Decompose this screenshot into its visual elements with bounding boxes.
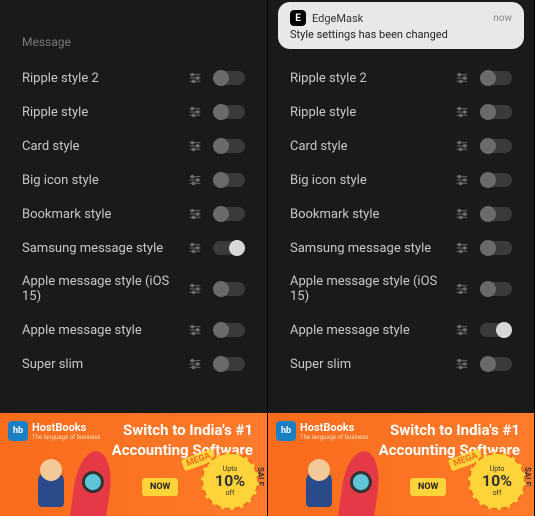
- discount-badge: Upto10%off: [468, 452, 526, 510]
- settings-icon[interactable]: [454, 104, 470, 120]
- ad-banner[interactable]: hbHostBooksThe language of businessSwitc…: [268, 413, 534, 516]
- style-toggle[interactable]: [213, 357, 245, 371]
- style-label[interactable]: Apple message style: [22, 323, 187, 338]
- style-label[interactable]: Apple message style (iOS 15): [290, 274, 454, 304]
- rocket-illustration: [337, 449, 383, 516]
- style-label[interactable]: Card style: [290, 139, 454, 154]
- style-toggle[interactable]: [480, 357, 512, 371]
- style-label[interactable]: Big icon style: [22, 173, 187, 188]
- style-row: Super slim: [22, 347, 245, 381]
- now-chip: NOW: [410, 478, 446, 496]
- right-panel: E EdgeMask now Style settings has been chan…: [267, 0, 534, 516]
- character-illustration: [298, 459, 340, 516]
- style-row: Apple message style: [290, 313, 512, 347]
- settings-icon[interactable]: [454, 240, 470, 256]
- style-label[interactable]: Samsung message style: [290, 241, 454, 256]
- style-toggle[interactable]: [480, 323, 512, 337]
- style-toggle[interactable]: [480, 105, 512, 119]
- style-label[interactable]: Ripple style: [290, 105, 454, 120]
- settings-icon[interactable]: [187, 172, 203, 188]
- rocket-illustration: [69, 449, 115, 516]
- settings-icon[interactable]: [454, 172, 470, 188]
- style-label[interactable]: Bookmark style: [290, 207, 454, 222]
- settings-icon[interactable]: [454, 206, 470, 222]
- now-chip: NOW: [142, 478, 178, 496]
- style-toggle[interactable]: [213, 241, 245, 255]
- style-row: Apple message style (iOS 15): [22, 265, 245, 313]
- style-toggle[interactable]: [213, 323, 245, 337]
- style-toggle[interactable]: [480, 71, 512, 85]
- ad-banner[interactable]: hbHostBooksThe language of businessSwitc…: [0, 413, 267, 516]
- style-toggle[interactable]: [213, 139, 245, 153]
- style-toggle[interactable]: [480, 173, 512, 187]
- settings-icon[interactable]: [454, 281, 470, 297]
- style-toggle[interactable]: [480, 282, 512, 296]
- style-label[interactable]: Big icon style: [290, 173, 454, 188]
- style-label[interactable]: Ripple style 2: [22, 71, 187, 86]
- style-toggle[interactable]: [213, 173, 245, 187]
- style-toggle[interactable]: [213, 71, 245, 85]
- style-row: Big icon style: [22, 163, 245, 197]
- settings-icon[interactable]: [187, 281, 203, 297]
- style-label[interactable]: Bookmark style: [22, 207, 187, 222]
- style-row: Apple message style: [22, 313, 245, 347]
- style-toggle[interactable]: [480, 139, 512, 153]
- style-label[interactable]: Card style: [22, 139, 187, 154]
- settings-icon[interactable]: [454, 70, 470, 86]
- settings-icon[interactable]: [454, 356, 470, 372]
- style-label[interactable]: Apple message style: [290, 323, 454, 338]
- notification-toast[interactable]: E EdgeMask now Style settings has been chan…: [278, 2, 524, 49]
- settings-icon[interactable]: [187, 356, 203, 372]
- style-toggle[interactable]: [480, 241, 512, 255]
- style-label[interactable]: Ripple style: [22, 105, 187, 120]
- style-list: Ripple style 2 Ripple style Card style Big …: [268, 61, 534, 381]
- settings-icon[interactable]: [187, 104, 203, 120]
- style-row: Ripple style 2: [22, 61, 245, 95]
- notification-body: Style settings has been changed: [290, 28, 512, 41]
- style-label[interactable]: Apple message style (iOS 15): [22, 274, 187, 304]
- settings-icon[interactable]: [454, 322, 470, 338]
- style-row: Samsung message style: [290, 231, 512, 265]
- brand-tagline: The language of business: [32, 434, 101, 441]
- settings-icon[interactable]: [187, 240, 203, 256]
- style-label[interactable]: Super slim: [22, 357, 187, 372]
- hostbooks-logo-icon: hb: [8, 421, 28, 441]
- style-toggle[interactable]: [213, 207, 245, 221]
- discount-badge: Upto10%off: [201, 452, 259, 510]
- settings-icon[interactable]: [187, 70, 203, 86]
- style-toggle[interactable]: [480, 207, 512, 221]
- settings-icon[interactable]: [187, 138, 203, 154]
- left-panel: Message Ripple style 2 Ripple style Card st…: [0, 0, 267, 516]
- notification-time: now: [493, 13, 512, 24]
- notification-app-name: EdgeMask: [312, 12, 363, 25]
- settings-icon[interactable]: [187, 322, 203, 338]
- style-row: Big icon style: [290, 163, 512, 197]
- style-list: Ripple style 2 Ripple style Card style Big …: [0, 61, 267, 381]
- settings-icon[interactable]: [454, 138, 470, 154]
- character-illustration: [30, 459, 72, 516]
- style-toggle[interactable]: [213, 105, 245, 119]
- notification-app-icon: E: [290, 10, 306, 26]
- style-row: Bookmark style: [22, 197, 245, 231]
- style-row: Card style: [22, 129, 245, 163]
- style-row: Samsung message style: [22, 231, 245, 265]
- style-row: Ripple style: [290, 95, 512, 129]
- brand-tagline: The language of business: [300, 434, 369, 441]
- style-toggle[interactable]: [213, 282, 245, 296]
- brand-name: HostBooks: [300, 421, 369, 434]
- style-label[interactable]: Ripple style 2: [290, 71, 454, 86]
- style-row: Card style: [290, 129, 512, 163]
- style-row: Apple message style (iOS 15): [290, 265, 512, 313]
- settings-icon[interactable]: [187, 206, 203, 222]
- style-label[interactable]: Samsung message style: [22, 241, 187, 256]
- hostbooks-logo-icon: hb: [276, 421, 296, 441]
- style-row: Ripple style 2: [290, 61, 512, 95]
- style-row: Ripple style: [22, 95, 245, 129]
- style-row: Super slim: [290, 347, 512, 381]
- brand-name: HostBooks: [32, 421, 101, 434]
- style-row: Bookmark style: [290, 197, 512, 231]
- section-header: Message: [0, 0, 267, 61]
- style-label[interactable]: Super slim: [290, 357, 454, 372]
